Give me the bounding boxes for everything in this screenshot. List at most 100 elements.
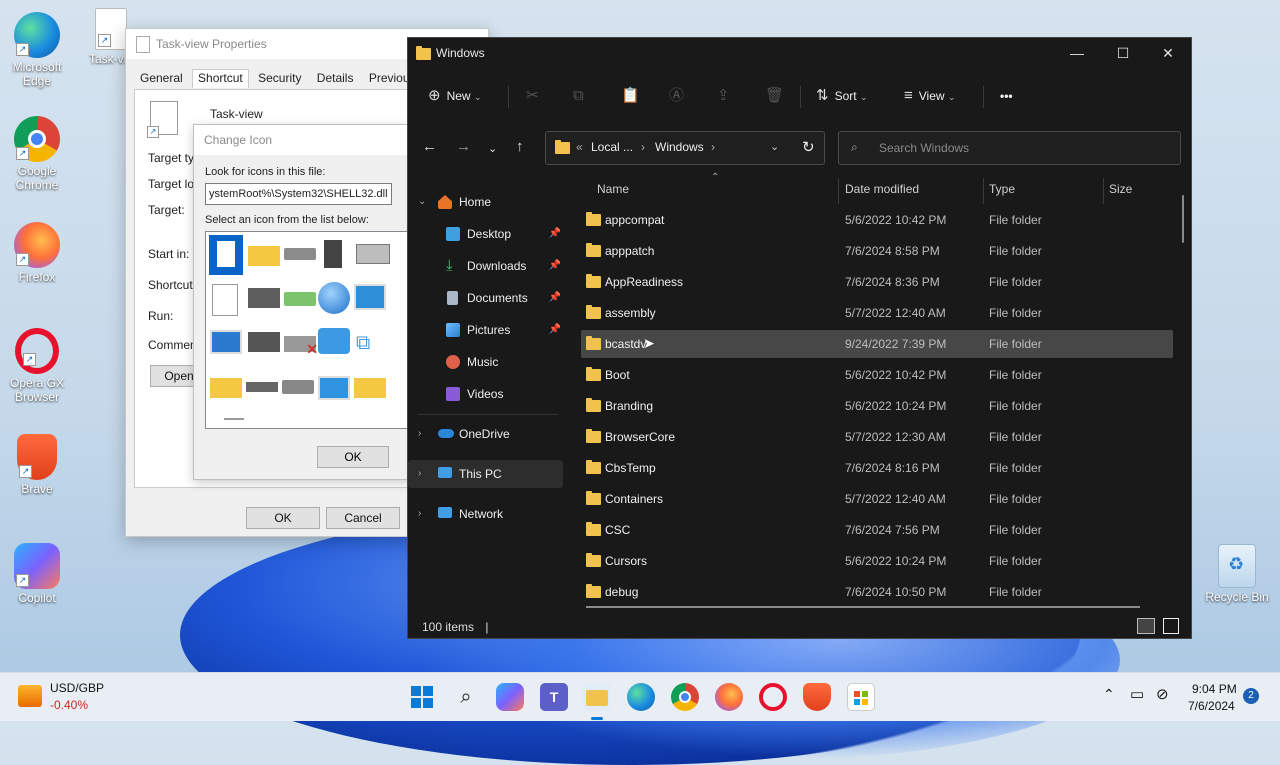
breadcrumb-windows[interactable]: Windows <box>655 140 704 154</box>
icon-option-network-drive[interactable] <box>284 292 316 306</box>
recent-locations-chevron-icon[interactable]: ⌄ <box>488 142 497 155</box>
desktop-icon-edge[interactable]: ↗ Microsoft Edge <box>0 12 74 88</box>
column-date-modified[interactable]: Date modified <box>845 182 919 196</box>
desktop-icon-recycle-bin[interactable]: ♻ Recycle Bin <box>1200 544 1274 604</box>
icon-list[interactable]: ✕ ⧉ <box>205 231 417 429</box>
column-name[interactable]: Name <box>597 182 629 196</box>
teams-icon[interactable]: T <box>540 683 568 711</box>
cancel-button[interactable]: Cancel <box>326 507 400 529</box>
desktop-icon-copilot[interactable]: ↗ Copilot <box>0 543 74 605</box>
stock-widget-icon[interactable] <box>18 685 42 707</box>
close-button[interactable]: ✕ <box>1145 38 1191 68</box>
column-divider[interactable] <box>838 178 839 204</box>
brave-icon[interactable] <box>803 683 831 711</box>
nav-network[interactable]: › Network <box>408 500 563 528</box>
nav-documents[interactable]: Documents 📌 <box>408 284 563 312</box>
table-row[interactable]: CSC 7/6/2024 7:56 PM File folder <box>581 516 1173 544</box>
change-icon-ok-button[interactable]: OK <box>317 446 389 468</box>
icon-option-drive-3[interactable] <box>246 382 278 392</box>
details-view-icon[interactable] <box>1137 618 1155 634</box>
icon-option-globe[interactable] <box>318 282 350 314</box>
rename-icon[interactable]: Ⓐ <box>669 84 684 108</box>
chrome-icon[interactable] <box>671 683 699 711</box>
address-dropdown-icon[interactable]: ⌄ <box>770 140 779 153</box>
icon-option-disconnected-drive[interactable]: ✕ <box>284 336 318 357</box>
table-row[interactable]: AppReadiness 7/6/2024 8:36 PM File folder <box>581 268 1173 296</box>
icon-option-window[interactable] <box>210 330 242 354</box>
notification-badge[interactable]: 2 <box>1243 688 1259 704</box>
desktop-icon-brave[interactable]: ↗ Brave <box>0 434 74 496</box>
desktop-icon-opera[interactable]: ↗ Opera GX Browser <box>0 328 74 404</box>
new-button[interactable]: ⊕ New ⌄ <box>428 84 481 108</box>
pin-icon[interactable]: 📌 <box>549 220 561 248</box>
microsoft-store-icon[interactable] <box>847 683 875 711</box>
table-row[interactable]: debug 7/6/2024 10:50 PM File folder <box>581 578 1173 602</box>
pin-icon[interactable]: 📌 <box>549 316 561 344</box>
address-bar[interactable]: « Local ... › Windows › ⌄ ↻ <box>545 131 825 165</box>
paste-icon[interactable]: 📋 <box>621 84 640 108</box>
share-icon[interactable]: ⇪ <box>717 84 730 108</box>
explorer-title-bar[interactable]: Windows — ☐ ✕ <box>408 38 1191 68</box>
column-divider[interactable] <box>983 178 984 204</box>
change-icon-title[interactable]: Change Icon <box>194 125 414 155</box>
icon-option-network[interactable] <box>318 328 350 354</box>
network-status-icon[interactable]: ⊘ <box>1156 685 1169 703</box>
clock-time[interactable]: 9:04 PM <box>1192 682 1237 696</box>
icon-option-network-share[interactable]: ⧉ <box>354 332 386 354</box>
nav-pictures[interactable]: Pictures 📌 <box>408 316 563 344</box>
search-box[interactable]: ⌕ Search Windows <box>838 131 1181 165</box>
icon-option-folder-2[interactable] <box>210 378 242 398</box>
column-size[interactable]: Size <box>1109 182 1132 196</box>
cut-icon[interactable]: ✂ <box>526 84 539 108</box>
icon-option-cd-drive[interactable] <box>282 380 314 394</box>
table-row[interactable]: apppatch 7/6/2024 8:58 PM File folder <box>581 237 1173 265</box>
copilot-icon[interactable] <box>496 683 524 711</box>
more-options-button[interactable]: ••• <box>1000 84 1013 108</box>
nav-this-pc[interactable]: › This PC <box>408 460 563 488</box>
icon-option-folder[interactable] <box>248 246 280 266</box>
breadcrumb-local-disk[interactable]: Local ... <box>591 140 633 154</box>
widget-value[interactable]: -0.40% <box>50 698 88 712</box>
icon-option-computer[interactable] <box>354 284 386 310</box>
show-hidden-icons-chevron-icon[interactable]: ⌃ <box>1103 686 1115 703</box>
icon-option-document[interactable] <box>212 284 238 316</box>
icon-option-device[interactable] <box>324 240 342 268</box>
copy-icon[interactable]: ⧉ <box>573 84 584 108</box>
nav-downloads[interactable]: ⤓ Downloads 📌 <box>408 252 563 280</box>
start-windows-icon[interactable] <box>408 683 436 711</box>
sort-button[interactable]: ⇅ Sort ⌄ <box>816 84 867 108</box>
pin-icon[interactable]: 📌 <box>549 284 561 312</box>
view-button[interactable]: ≡ View ⌄ <box>904 84 955 108</box>
display-icon[interactable]: ▭ <box>1130 685 1144 703</box>
nav-desktop[interactable]: Desktop 📌 <box>408 220 563 248</box>
minimize-button[interactable]: — <box>1054 38 1100 68</box>
forward-arrow-icon[interactable]: → <box>456 138 471 155</box>
desktop-icon-firefox[interactable]: ↗ Firefox <box>0 222 74 284</box>
desktop-icon-chrome[interactable]: ↗ Google Chrome <box>0 116 74 192</box>
refresh-icon[interactable]: ↻ <box>802 138 815 156</box>
horizontal-scrollbar[interactable] <box>586 606 1140 608</box>
column-divider[interactable] <box>1103 178 1104 204</box>
table-row[interactable]: Containers 5/7/2022 12:40 AM File folder <box>581 485 1173 513</box>
nav-videos[interactable]: Videos <box>408 380 563 408</box>
table-row[interactable]: BrowserCore 5/7/2022 12:30 AM File folder <box>581 423 1173 451</box>
search-icon[interactable]: ⌕ <box>452 683 480 711</box>
tab-general[interactable]: General <box>134 67 189 89</box>
table-row[interactable]: assembly 5/7/2022 12:40 AM File folder <box>581 299 1173 327</box>
icon-option-drive-2[interactable] <box>248 288 280 308</box>
clock-date[interactable]: 7/6/2024 <box>1188 699 1235 713</box>
opera-icon[interactable] <box>759 683 787 711</box>
tab-shortcut[interactable]: Shortcut <box>192 69 249 88</box>
widget-title[interactable]: USD/GBP <box>50 681 104 695</box>
tab-details[interactable]: Details <box>311 67 360 89</box>
ok-button[interactable]: OK <box>246 507 320 529</box>
file-explorer-taskbar-icon[interactable] <box>583 683 611 720</box>
up-arrow-icon[interactable]: ↑ <box>516 138 524 155</box>
column-type[interactable]: Type <box>989 182 1015 196</box>
icon-option-folder-grid[interactable] <box>354 378 386 398</box>
table-row[interactable]: CbsTemp 7/6/2024 8:16 PM File folder <box>581 454 1173 482</box>
edge-icon[interactable] <box>627 683 655 711</box>
delete-icon[interactable]: 🗑 <box>765 84 784 108</box>
breadcrumb-overflow[interactable]: « <box>576 140 583 154</box>
nav-home[interactable]: ⌄ Home <box>408 188 563 216</box>
